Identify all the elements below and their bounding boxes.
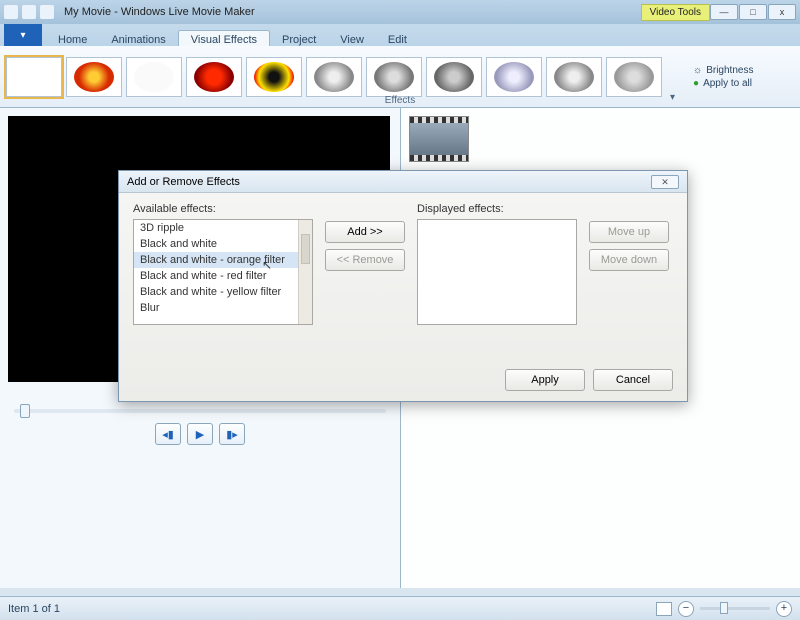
dialog-title-bar[interactable]: Add or Remove Effects ✕ — [119, 171, 687, 193]
status-bar: Item 1 of 1 − + — [0, 596, 800, 620]
quick-access-toolbar — [4, 5, 54, 19]
effect-thumb-0[interactable] — [6, 57, 62, 97]
view-toggle-icon[interactable] — [656, 602, 672, 616]
list-item[interactable]: Black and white - red filter — [134, 268, 312, 284]
scrollbar-thumb[interactable] — [301, 234, 310, 264]
effect-thumb-8[interactable] — [486, 57, 542, 97]
available-effects-list[interactable]: 3D rippleBlack and whiteBlack and white … — [133, 219, 313, 325]
contextual-tab-video-tools[interactable]: Video Tools — [641, 4, 710, 21]
window-close-button[interactable]: x — [768, 4, 796, 20]
prev-frame-button[interactable]: ◂▮ — [155, 423, 181, 445]
ribbon-tab-strip: ▾ HomeAnimationsVisual EffectsProjectVie… — [0, 24, 800, 46]
list-item[interactable]: Black and white - orange filter — [134, 252, 312, 268]
zoom-thumb[interactable] — [720, 602, 728, 614]
zoom-out-button[interactable]: − — [678, 601, 694, 617]
list-scrollbar[interactable] — [298, 220, 312, 324]
dialog-title: Add or Remove Effects — [127, 176, 240, 188]
effect-thumb-10[interactable] — [606, 57, 662, 97]
remove-button[interactable]: << Remove — [325, 249, 405, 271]
timeline-clip[interactable] — [409, 116, 469, 162]
list-item[interactable]: Black and white - yellow filter — [134, 284, 312, 300]
window-maximize-button[interactable]: □ — [739, 4, 767, 20]
zoom-slider[interactable] — [700, 607, 770, 610]
ribbon-group-label: Effects — [385, 95, 415, 106]
list-item[interactable]: Blur — [134, 300, 312, 316]
effect-thumb-9[interactable] — [546, 57, 602, 97]
apply-button[interactable]: Apply — [505, 369, 585, 391]
status-text: Item 1 of 1 — [8, 603, 60, 615]
seek-thumb[interactable] — [20, 404, 30, 418]
window-title: My Movie - Windows Live Movie Maker — [64, 6, 641, 18]
displayed-effects-label: Displayed effects: — [417, 203, 577, 215]
seek-slider[interactable] — [14, 409, 386, 413]
gallery-more-icon[interactable]: ▾ — [670, 92, 675, 103]
apply-to-all-button[interactable]: ● Apply to all — [693, 78, 753, 89]
qat-undo-icon[interactable] — [22, 5, 36, 19]
ribbon-effects-gallery: ▾ ☼ Brightness ● Apply to all Effects — [0, 46, 800, 108]
apply-all-icon: ● — [693, 78, 699, 89]
move-down-button[interactable]: Move down — [589, 249, 669, 271]
list-item[interactable]: Black and white — [134, 236, 312, 252]
available-effects-label: Available effects: — [133, 203, 313, 215]
qat-save-icon[interactable] — [4, 5, 18, 19]
file-menu-button[interactable]: ▾ — [4, 24, 42, 46]
move-up-button[interactable]: Move up — [589, 221, 669, 243]
add-remove-effects-dialog: Add or Remove Effects ✕ Available effect… — [118, 170, 688, 402]
brightness-label: Brightness — [706, 65, 753, 76]
zoom-in-button[interactable]: + — [776, 601, 792, 617]
add-button[interactable]: Add >> — [325, 221, 405, 243]
effect-thumb-5[interactable] — [306, 57, 362, 97]
cancel-button[interactable]: Cancel — [593, 369, 673, 391]
effect-thumb-1[interactable] — [66, 57, 122, 97]
brightness-icon: ☼ — [693, 65, 702, 76]
effect-thumb-6[interactable] — [366, 57, 422, 97]
window-minimize-button[interactable]: — — [710, 4, 738, 20]
displayed-effects-list[interactable] — [417, 219, 577, 325]
dialog-close-button[interactable]: ✕ — [651, 175, 679, 189]
title-bar: My Movie - Windows Live Movie Maker Vide… — [0, 0, 800, 24]
apply-all-label: Apply to all — [703, 78, 752, 89]
effect-thumb-2[interactable] — [126, 57, 182, 97]
list-item[interactable]: 3D ripple — [134, 220, 312, 236]
effect-thumb-4[interactable] — [246, 57, 302, 97]
effect-thumb-7[interactable] — [426, 57, 482, 97]
next-frame-button[interactable]: ▮▸ — [219, 423, 245, 445]
brightness-button[interactable]: ☼ Brightness — [693, 65, 753, 76]
play-button[interactable]: ▶ — [187, 423, 213, 445]
qat-redo-icon[interactable] — [40, 5, 54, 19]
effect-thumb-3[interactable] — [186, 57, 242, 97]
